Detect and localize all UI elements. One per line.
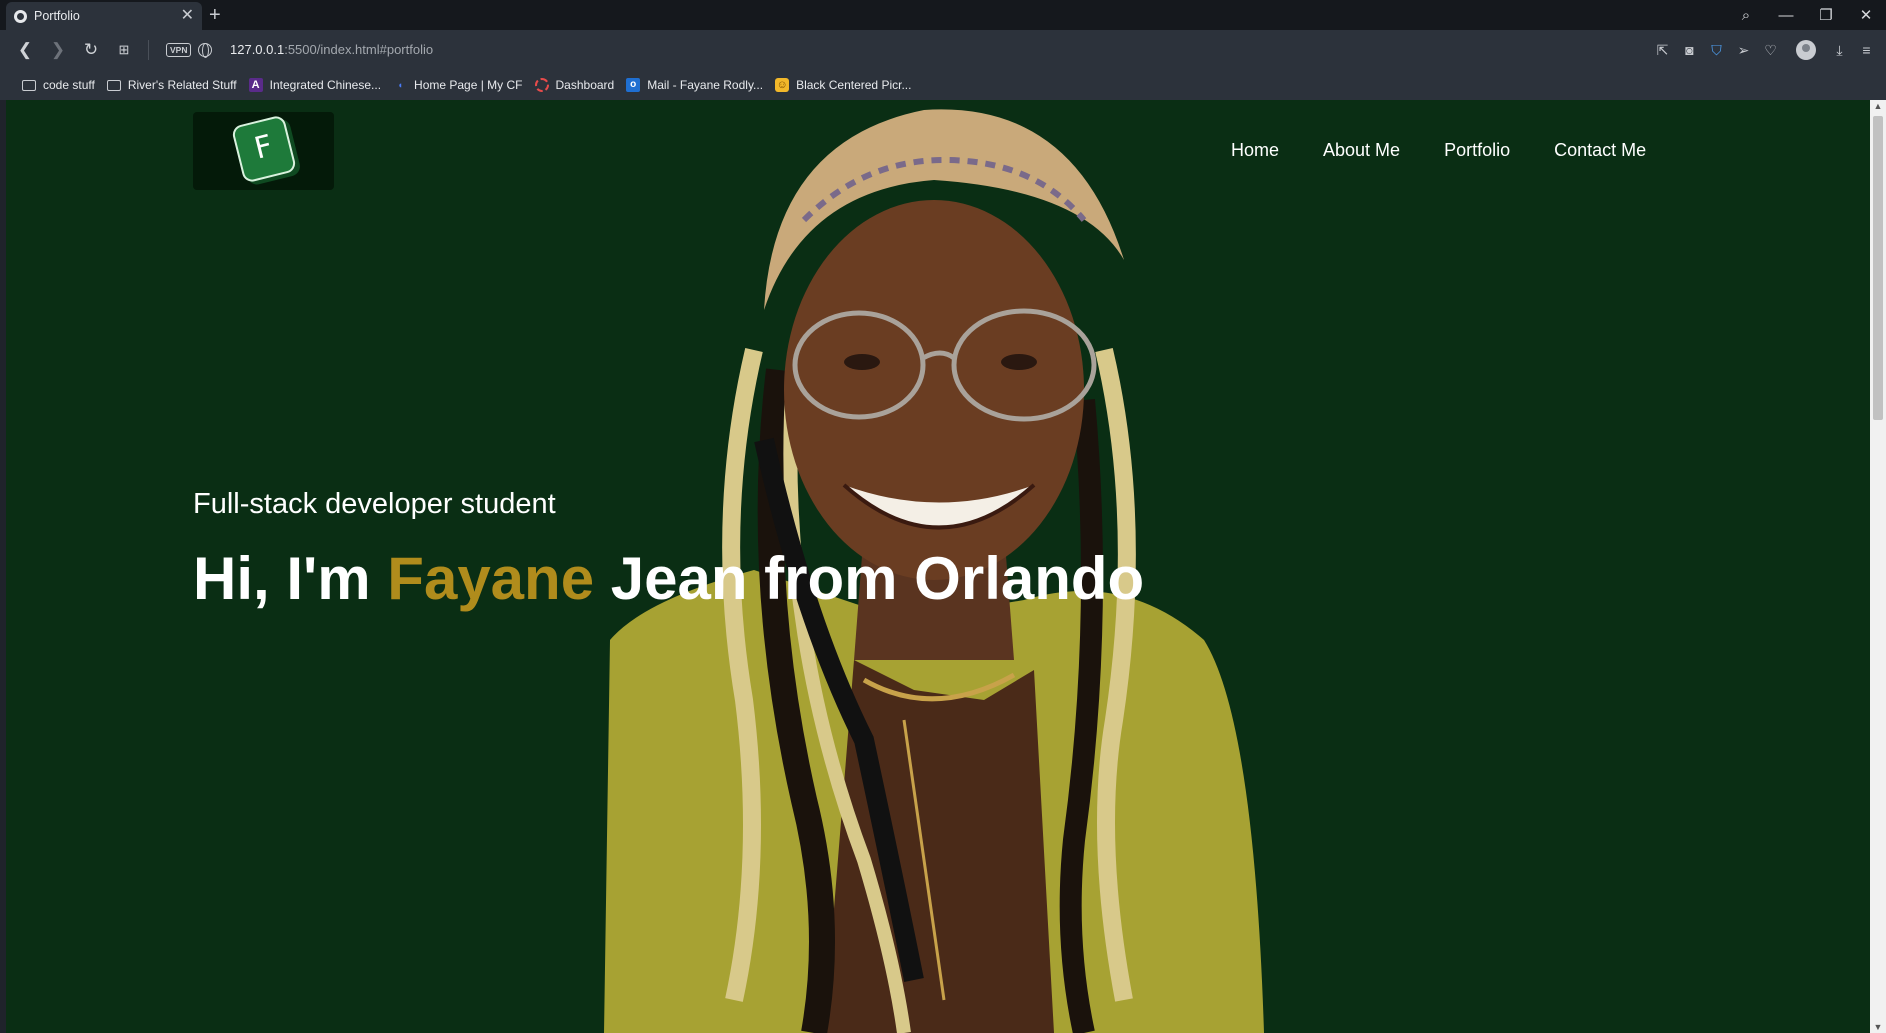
hero-subtitle: Full-stack developer student — [193, 488, 556, 520]
url-path: :5500/index.html#portfolio — [284, 42, 434, 57]
close-window-button[interactable]: ✕ — [1846, 6, 1886, 24]
profile-avatar-icon[interactable] — [1796, 40, 1816, 60]
tab-favicon-icon — [14, 9, 27, 23]
toolbar-divider — [148, 40, 149, 60]
folder-icon — [106, 79, 121, 91]
minimize-button[interactable]: — — [1766, 7, 1806, 24]
folder-icon — [22, 79, 36, 91]
tab-title: Portfolio — [34, 9, 80, 23]
restore-button[interactable]: ❐ — [1806, 6, 1846, 24]
bookmark-label: Integrated Chinese... — [269, 78, 382, 92]
bookmark-label: code stuff — [43, 78, 95, 92]
bookmark-item[interactable]: o Mail - Fayane Rodly... — [626, 78, 763, 92]
nav-link-home[interactable]: Home — [1231, 140, 1279, 161]
vpn-badge[interactable]: VPN — [166, 43, 192, 57]
bookmark-label: Home Page | My CF — [414, 78, 523, 92]
scrollbar-thumb[interactable] — [1873, 116, 1883, 420]
tab-grid-icon[interactable]: ⊞ — [113, 39, 135, 61]
hero-title-name: Fayane — [387, 545, 595, 612]
bookmark-label: Mail - Fayane Rodly... — [647, 78, 764, 92]
bookmark-item[interactable]: River's Related Stuff — [106, 78, 237, 92]
page-viewport: F Home About Me Portfolio Contact Me Ful… — [6, 100, 1870, 1033]
bookmark-item[interactable]: ◖ Home Page | My CF — [393, 78, 522, 92]
site-logo[interactable]: F — [193, 112, 334, 190]
bookmark-label: Dashboard — [555, 78, 615, 92]
browser-toolbar: ❮ ❯ ↻ ⊞ VPN 127.0.0.1:5500/index.html#po… — [0, 30, 1886, 70]
reload-icon[interactable]: ↻ — [80, 39, 102, 61]
bookmark-item[interactable]: code stuff — [22, 78, 95, 92]
easy-setup-menu-icon[interactable]: ≡ — [1855, 39, 1878, 61]
snapshot-camera-icon[interactable]: ◙ — [1678, 39, 1701, 61]
hero-title: Hi, I'm Fayane Jean from Orlando — [193, 544, 1144, 613]
back-icon[interactable]: ❮ — [14, 39, 36, 61]
bookmarks-bar: code stuff River's Related Stuff A Integr… — [0, 70, 1886, 100]
search-tabs-icon[interactable]: ⌕ — [1726, 7, 1766, 24]
bookmark-label: Black Centered Picr... — [796, 78, 912, 92]
scroll-down-icon[interactable]: ▼ — [1870, 1022, 1886, 1032]
close-tab-icon[interactable]: ✕ — [181, 8, 194, 24]
hero-title-greeting: Hi, I'm — [193, 545, 388, 612]
window-controls: ⌕ — ❐ ✕ — [1726, 0, 1886, 30]
toolbar-actions: ⇱ ◙ ⛉ ➢ ♡ ⤓ ≡ — [1651, 39, 1878, 61]
bookmark-item[interactable]: Dashboard — [534, 78, 615, 92]
url-host: 127.0.0.1 — [230, 42, 285, 57]
cf-icon: ◖ — [397, 80, 403, 90]
scroll-up-icon[interactable]: ▲ — [1870, 101, 1886, 111]
dashboard-icon — [534, 78, 549, 92]
keyboard-key-f-icon: F — [230, 114, 298, 184]
bookmark-label: River's Related Stuff — [127, 78, 237, 92]
anthology-icon: A — [248, 78, 263, 92]
bookmark-item[interactable]: ☺ Black Centered Picr... — [775, 78, 911, 92]
share-icon[interactable]: ⇱ — [1651, 39, 1674, 61]
site-navigation: Home About Me Portfolio Contact Me — [1231, 140, 1646, 161]
downloads-icon[interactable]: ⤓ — [1828, 39, 1851, 61]
new-tab-button[interactable]: + — [209, 3, 221, 27]
browser-tab[interactable]: Portfolio ✕ — [6, 2, 202, 30]
site-info-globe-icon[interactable] — [198, 43, 212, 58]
bookmark-item[interactable]: A Integrated Chinese... — [248, 78, 382, 92]
address-bar[interactable]: 127.0.0.1:5500/index.html#portfolio — [230, 42, 433, 57]
forward-icon[interactable]: ❯ — [47, 39, 69, 61]
adblock-shield-icon[interactable]: ⛉ — [1705, 39, 1728, 61]
send-icon[interactable]: ➢ — [1732, 39, 1755, 61]
hero-title-rest: Jean from Orlando — [594, 545, 1145, 612]
browser-titlebar: Portfolio ✕ + ⌕ — ❐ ✕ — [0, 0, 1886, 30]
nav-link-portfolio[interactable]: Portfolio — [1444, 140, 1510, 161]
logo-letter: F — [251, 128, 277, 167]
favorites-heart-icon[interactable]: ♡ — [1759, 39, 1782, 61]
outlook-icon: o — [626, 78, 641, 92]
picture-icon: ☺ — [775, 78, 790, 92]
page-scrollbar[interactable]: ▲ ▼ — [1870, 100, 1886, 1033]
nav-link-about-me[interactable]: About Me — [1323, 140, 1400, 161]
nav-link-contact-me[interactable]: Contact Me — [1554, 140, 1646, 161]
